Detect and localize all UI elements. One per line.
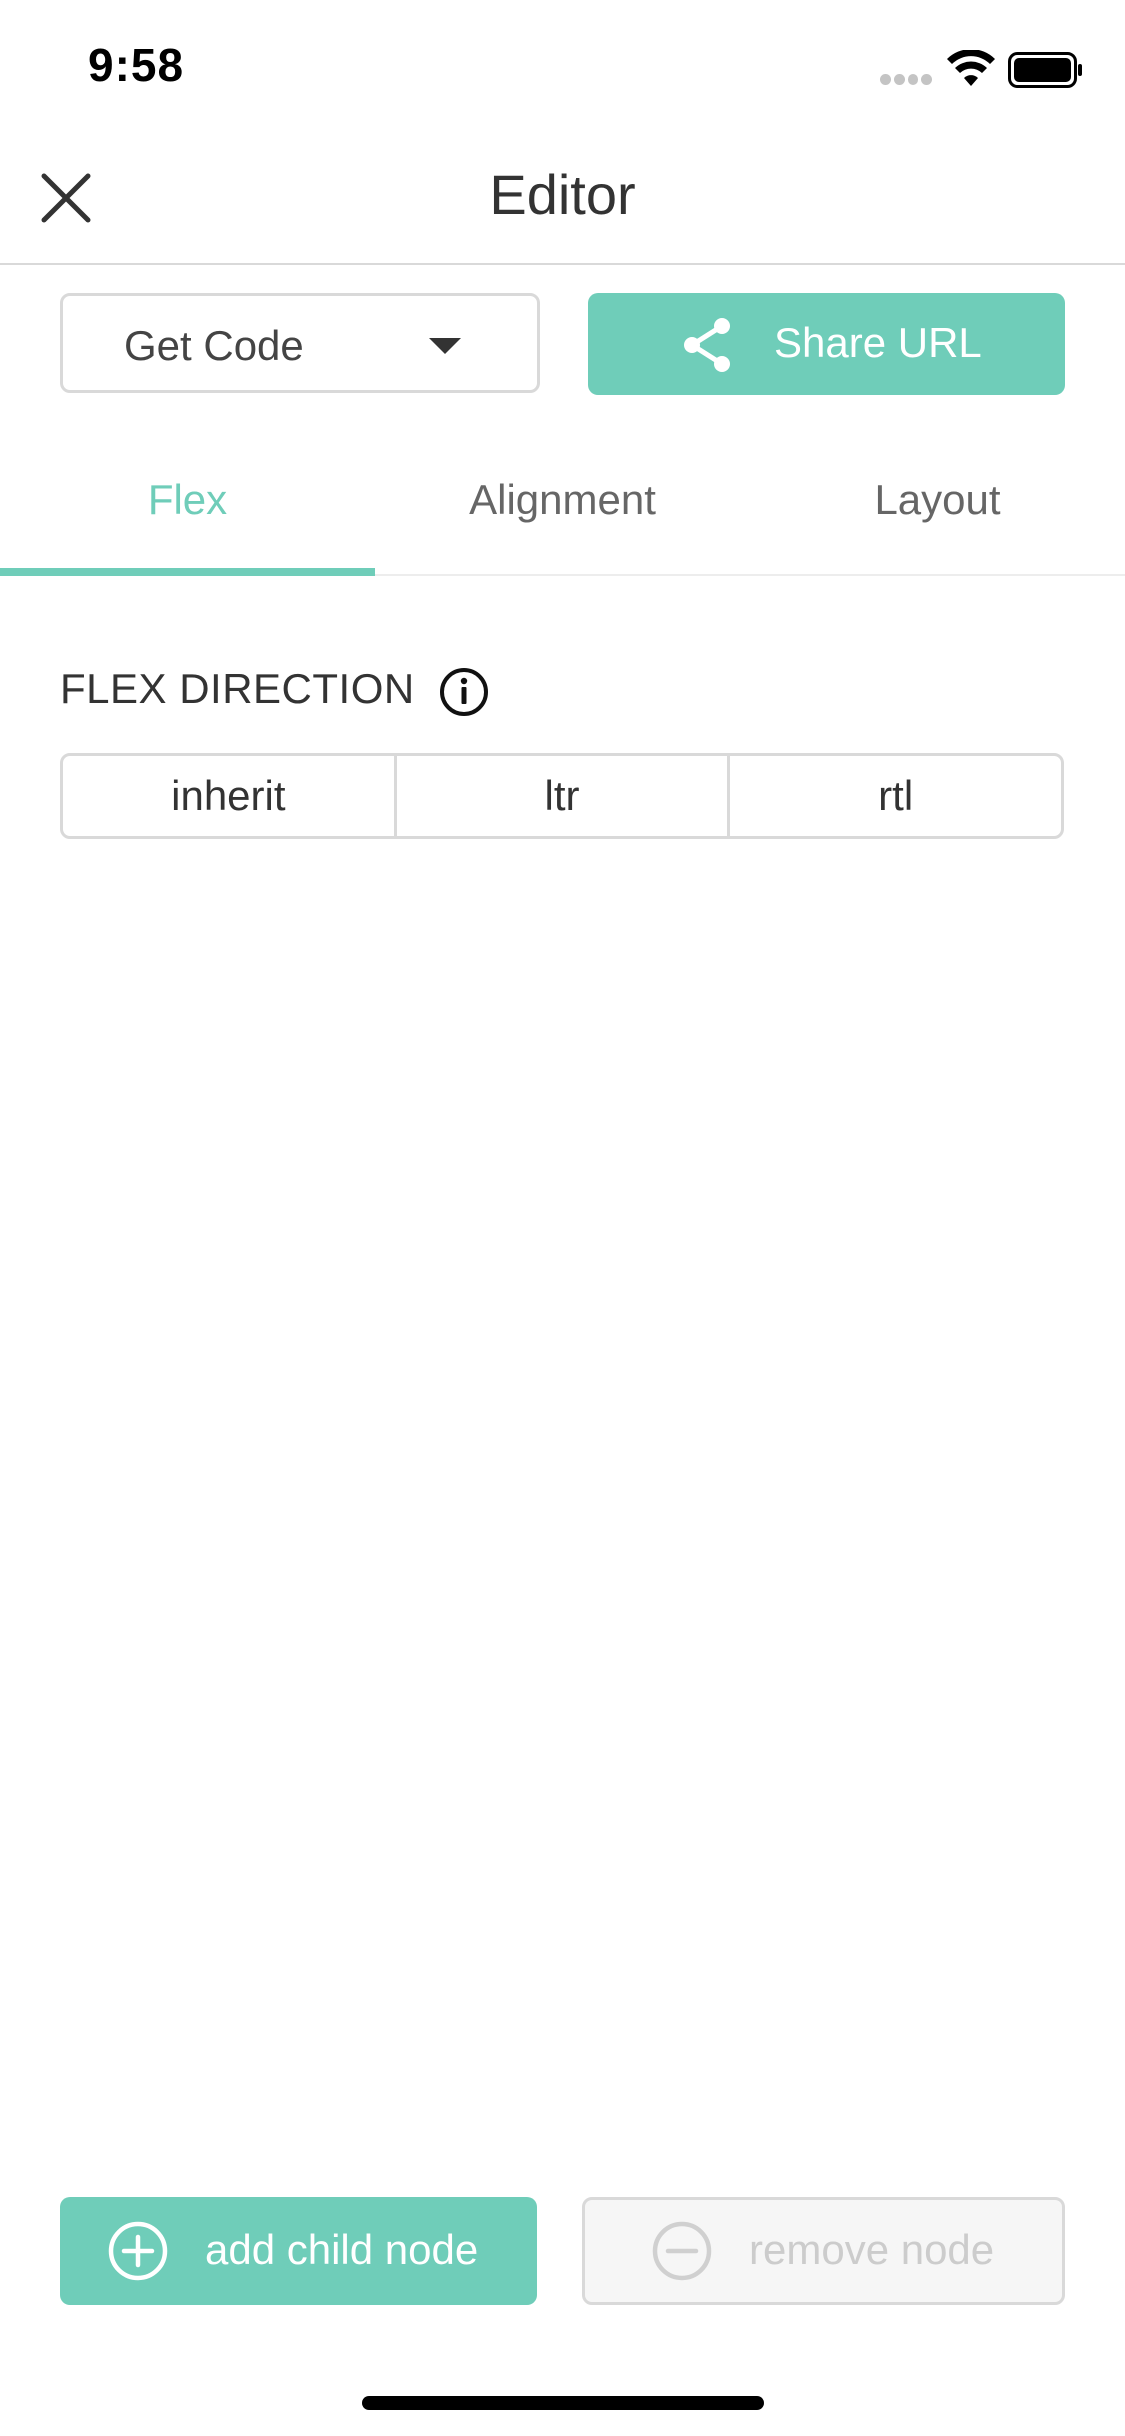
status-bar: 9:58 <box>0 0 1125 132</box>
segment-rtl[interactable]: rtl <box>727 756 1061 836</box>
tab-flex[interactable]: Flex <box>0 440 375 576</box>
remove-node-label: remove node <box>749 2226 995 2273</box>
header: Editor <box>0 132 1125 265</box>
share-icon <box>684 318 730 372</box>
signal-dots-icon <box>880 74 932 86</box>
active-tab-indicator <box>0 568 375 576</box>
remove-node-button[interactable]: remove node <box>582 2197 1065 2305</box>
tab-layout[interactable]: Layout <box>750 440 1125 574</box>
home-indicator[interactable] <box>362 2396 764 2410</box>
page-title: Editor <box>489 163 636 226</box>
add-child-node-label: add child node <box>205 2226 479 2273</box>
status-time: 9:58 <box>88 39 185 91</box>
plus-circle-icon <box>108 2221 168 2281</box>
add-child-node-button[interactable]: add child node <box>60 2197 537 2305</box>
tab-bar: Flex Alignment Layout <box>0 440 1125 576</box>
minus-circle-icon <box>652 2221 712 2281</box>
get-code-label: Get Code <box>124 322 304 369</box>
share-url-button[interactable]: Share URL <box>588 293 1065 395</box>
segment-inherit[interactable]: inherit <box>63 756 394 836</box>
tab-label: Layout <box>874 476 1001 523</box>
info-icon[interactable] <box>438 666 490 718</box>
tab-label: Alignment <box>469 476 656 523</box>
flex-direction-segmented-control: inherit ltr rtl <box>60 753 1064 839</box>
caret-down-icon <box>429 338 461 354</box>
segment-ltr[interactable]: ltr <box>393 756 728 836</box>
tab-label: Flex <box>147 476 228 523</box>
share-url-label: Share URL <box>774 319 982 366</box>
flex-direction-title: FLEX DIRECTION <box>60 665 415 712</box>
tab-alignment[interactable]: Alignment <box>375 440 750 574</box>
wifi-icon <box>947 50 995 86</box>
battery-icon <box>1008 52 1082 88</box>
get-code-dropdown[interactable]: Get Code <box>60 293 540 393</box>
